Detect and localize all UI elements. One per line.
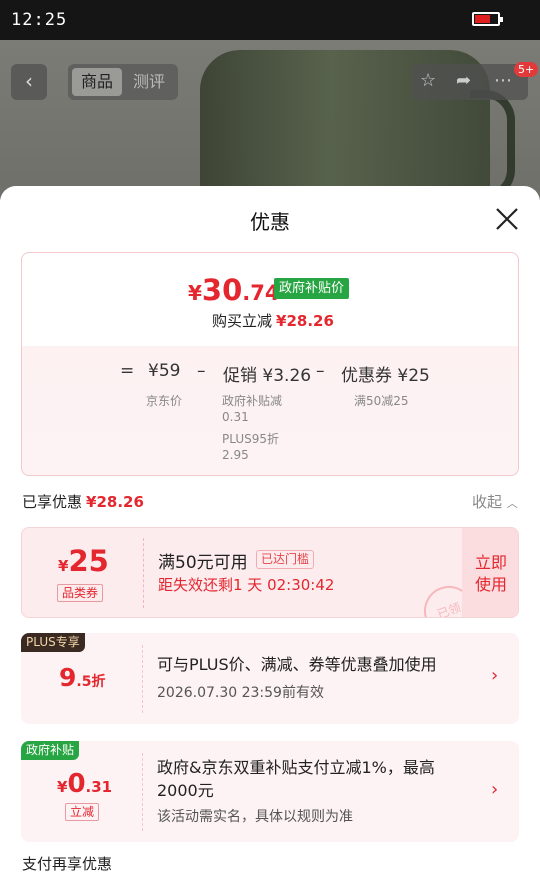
share-icon[interactable]: ➦ xyxy=(456,70,471,91)
status-bar: 12:25 xyxy=(0,0,540,40)
pay-more-discount-heading: 支付再享优惠 xyxy=(22,855,113,873)
discount-sheet: 优惠 ¥30.74 政府补贴价 购买立减 ¥28.26 = ¥59 – 促销 ¥3… xyxy=(0,186,540,880)
price-summary-card: ¥30.74 政府补贴价 购买立减 ¥28.26 = ¥59 – 促销 ¥3.26… xyxy=(21,252,519,476)
product-handle xyxy=(470,90,515,200)
instant-reduction: 购买立减 ¥28.26 xyxy=(212,312,334,330)
more-icon[interactable]: ⋯ xyxy=(494,70,512,91)
back-button[interactable]: ‹ xyxy=(11,64,47,100)
gov-offer-title-line1: 政府&京东双重补贴支付立减1%，最高 xyxy=(157,758,435,777)
final-price: ¥30.74 xyxy=(188,273,280,307)
coupon-type: 品类券 xyxy=(57,584,104,602)
battery-level xyxy=(475,15,490,23)
plus-discount-card[interactable]: PLUS专享 9.5折 可与PLUS价、满减、券等优惠叠加使用 2026.07.… xyxy=(21,633,519,724)
plus-discount-value: 9.5折 xyxy=(59,663,106,692)
cart-badge: 5+ xyxy=(514,62,539,77)
page-tabs: 商品 测评 xyxy=(68,64,178,100)
coupon-value: ¥25 xyxy=(58,544,109,578)
header-actions: ☆ ➦ ⋯ xyxy=(412,64,528,100)
plus-badge: PLUS专享 xyxy=(21,633,85,652)
gov-offer-note: 该活动需实名，具体以规则为准 xyxy=(157,809,353,825)
tab-review[interactable]: 测评 xyxy=(124,68,174,96)
coupon-countdown: 距失效还剩1 天 02:30:42 xyxy=(158,576,335,594)
battery-icon xyxy=(472,12,503,26)
gov-subsidy-price-tag: 政府补贴价 xyxy=(274,278,350,299)
jd-price-label: 京东价 xyxy=(146,394,183,408)
gov-offer-title-line2: 2000元 xyxy=(157,781,214,800)
star-icon[interactable]: ☆ xyxy=(420,70,436,91)
gov-subsidy-badge: 政府补贴 xyxy=(21,741,80,760)
plus-offer-validity: 2026.07.30 23:59前有效 xyxy=(157,685,324,701)
threshold-reached-tag: 已达门槛 xyxy=(256,550,315,569)
gov-subsidy-card[interactable]: 政府补贴 ¥0.31 立减 政府&京东双重补贴支付立减1%，最高 2000元 该… xyxy=(21,741,519,842)
status-time: 12:25 xyxy=(11,10,68,30)
enjoyed-discount: 已享优惠 ¥28.26 xyxy=(22,493,144,511)
close-icon[interactable] xyxy=(494,206,520,232)
chevron-left-icon: ‹ xyxy=(25,69,33,93)
gov-subsidy-value: ¥0.31 xyxy=(57,769,113,799)
promo-amount: 促销 ¥3.26 xyxy=(223,366,312,386)
product-page-background: ‹ 商品 测评 ☆ ➦ ⋯ 5+ xyxy=(0,40,540,200)
use-now-button[interactable]: 立即 使用 xyxy=(462,528,518,617)
coupon-detail: 满50减25 xyxy=(354,394,409,408)
jd-price: ¥59 xyxy=(148,361,181,381)
chevron-up-icon: ︿ xyxy=(506,497,518,510)
chevron-right-icon: › xyxy=(491,779,499,800)
collapse-toggle[interactable]: 收起 ︿ xyxy=(472,491,518,512)
coupon-title: 满50元可用 xyxy=(158,553,248,573)
tab-product[interactable]: 商品 xyxy=(72,68,122,96)
price-formula: = ¥59 – 促销 ¥3.26 – 优惠券 ¥25 xyxy=(120,361,430,386)
sheet-title: 优惠 xyxy=(250,210,290,234)
plus-offer-title: 可与PLUS价、满减、券等优惠叠加使用 xyxy=(157,655,437,674)
coupon-amount: 优惠券 ¥25 xyxy=(341,366,430,386)
chevron-right-icon: › xyxy=(491,665,499,686)
coupon-card[interactable]: ¥25 品类券 满50元可用 已达门槛 距失效还剩1 天 02:30:42 已领… xyxy=(21,527,519,618)
gov-subsidy-type: 立减 xyxy=(65,803,100,821)
